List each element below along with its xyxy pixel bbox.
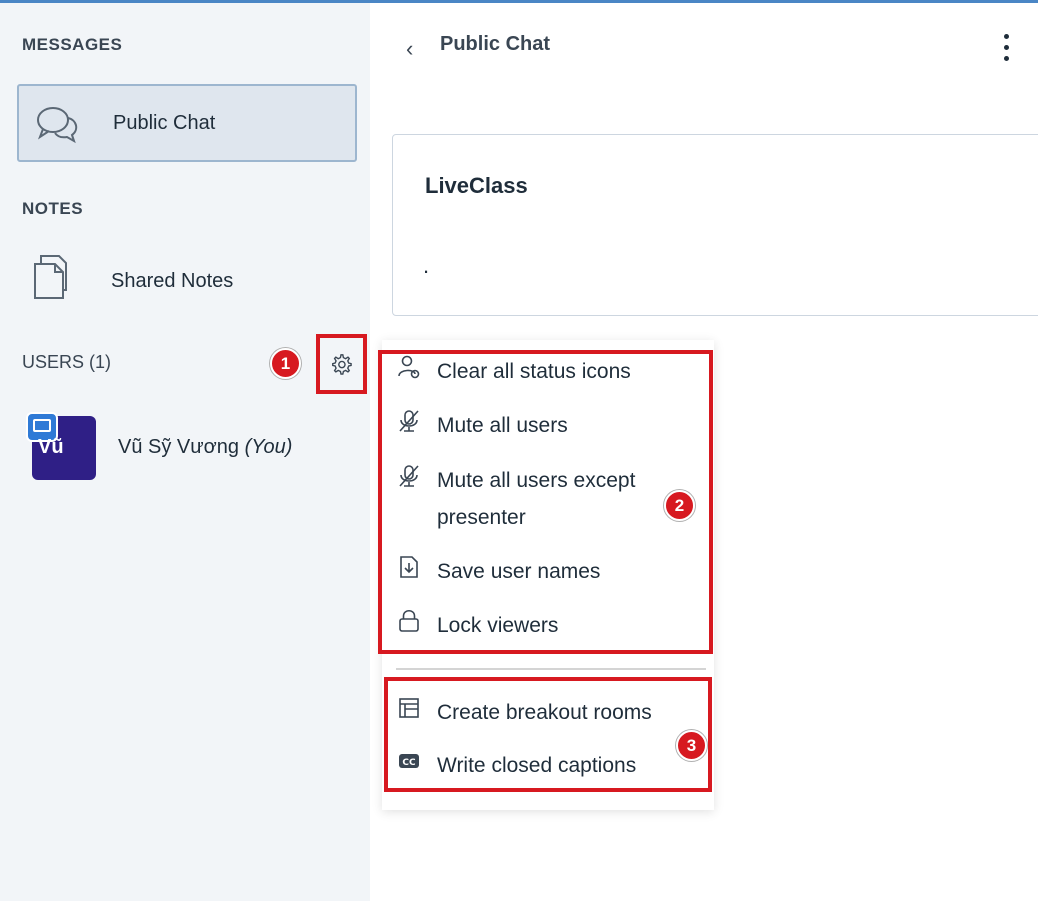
menu-divider [396,668,706,670]
highlight-box-2 [378,350,713,654]
messages-section-title: MESSAGES [22,35,123,54]
you-tag: (You) [244,436,293,458]
annotation-badge-2: 2 [664,490,695,521]
gear-icon[interactable] [330,353,352,375]
user-list-item[interactable]: Vũ Sỹ Vương (You) [118,436,292,459]
avatar[interactable]: Vũ [26,412,96,480]
back-chevron-icon[interactable]: ‹ [406,36,413,62]
chat-title: Public Chat [440,33,551,55]
shared-notes-label: Shared Notes [111,270,234,292]
highlight-box-1 [316,334,367,394]
public-chat-label: Public Chat [113,112,216,134]
chat-bubbles-icon [37,107,78,144]
welcome-body: . [423,253,430,278]
notes-document-icon [34,255,67,299]
welcome-message-card: LiveClass . [392,134,1038,316]
sidebar-item-public-chat[interactable]: Public Chat [17,84,357,162]
users-section-title: USERS (1) [22,352,112,372]
user-name: Vũ Sỹ Vương [118,436,240,458]
sidebar-item-shared-notes[interactable]: Shared Notes [17,240,357,316]
sidebar: MESSAGES Public Chat NOTES Shared Notes … [0,3,370,901]
avatar-initials: Vũ [38,436,64,458]
notes-section-title: NOTES [22,199,84,218]
more-options-icon[interactable] [1000,34,1014,64]
highlight-box-3 [384,677,712,792]
welcome-title: LiveClass [425,173,528,198]
annotation-badge-3: 3 [676,730,707,761]
annotation-badge-1: 1 [270,348,301,379]
